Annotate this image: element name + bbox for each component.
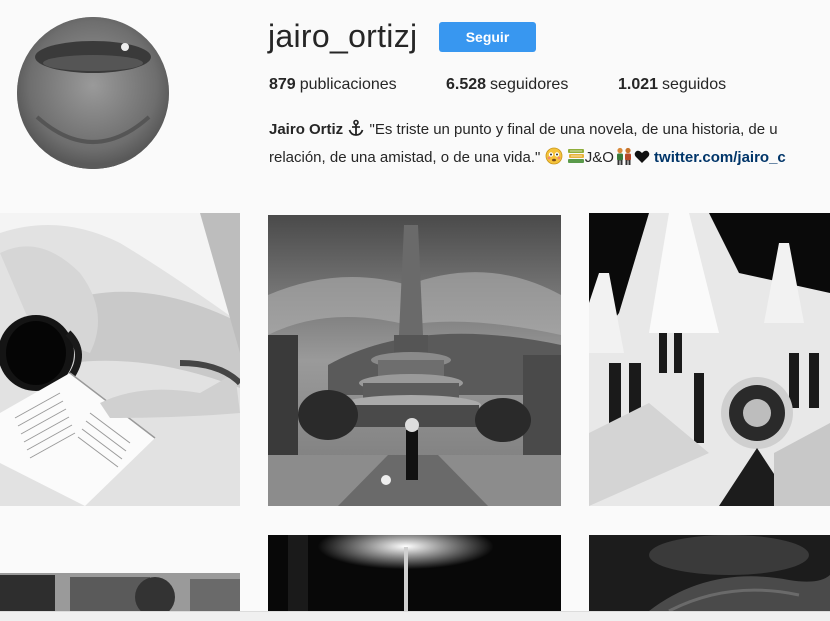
stat-followers[interactable]: 6.528 seguidores <box>446 76 568 94</box>
bio-full-name: Jairo Ortiz <box>269 121 344 138</box>
post-tile-6[interactable] <box>589 535 830 611</box>
bio-external-link[interactable]: twitter.com/jairo_c <box>654 149 786 166</box>
profile-username: jairo_ortizj <box>268 18 418 54</box>
profile-avatar[interactable] <box>17 17 169 169</box>
post-tile-4[interactable] <box>0 535 240 611</box>
follow-button[interactable]: Seguir <box>439 22 536 52</box>
anchor-icon <box>347 119 365 145</box>
post-image-2 <box>268 215 561 506</box>
couple-icon <box>614 147 634 173</box>
stat-following-label: seguidos <box>662 76 727 93</box>
stat-followers-label: seguidores <box>490 76 569 93</box>
stat-posts-count: 879 <box>269 76 296 93</box>
bio-text-line-1: "Es triste un punto y final de una novel… <box>369 121 778 138</box>
post-tile-2[interactable] <box>268 215 561 506</box>
post-image-6 <box>589 535 830 611</box>
post-image-1 <box>0 213 240 506</box>
stat-followers-count: 6.528 <box>446 76 487 93</box>
post-image-3 <box>589 213 830 506</box>
post-tile-3[interactable] <box>589 213 830 506</box>
avatar-image <box>17 17 169 169</box>
post-image-4 <box>0 535 240 611</box>
flushed-face-icon <box>545 147 563 173</box>
books-icon <box>567 147 585 173</box>
stat-posts: 879 publicaciones <box>269 76 397 94</box>
black-heart-icon <box>634 148 650 173</box>
post-tile-1[interactable] <box>0 213 240 506</box>
stat-following-count: 1.021 <box>618 76 659 93</box>
post-image-5 <box>268 535 561 611</box>
post-tile-5[interactable] <box>268 535 561 611</box>
stat-posts-label: publicaciones <box>299 76 397 93</box>
bio-line-2: relación, de una amistad, o de una vida.… <box>269 145 830 173</box>
bio-initials: J&O <box>584 149 614 166</box>
profile-bio: Jairo Ortiz "Es triste un punto y final … <box>269 117 830 173</box>
bio-text-line-2: relación, de una amistad, o de una vida.… <box>269 149 541 166</box>
stat-following[interactable]: 1.021 seguidos <box>618 76 726 94</box>
bio-line-1: Jairo Ortiz "Es triste un punto y final … <box>269 117 830 145</box>
